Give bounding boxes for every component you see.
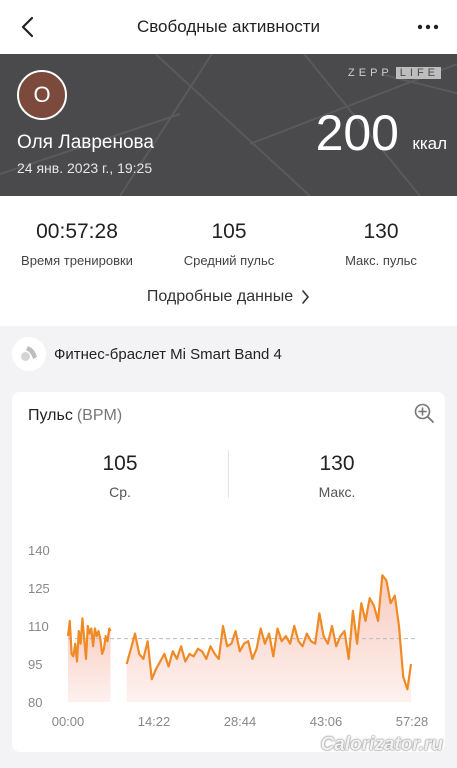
summary-banner: О Оля Лавренова 24 янв. 2023 г., 19:25 Z…: [0, 54, 457, 196]
stat-average-pulse: 105 Средний пульс: [154, 220, 304, 268]
x-tick-label: 28:44: [224, 714, 257, 729]
device-name: Фитнес-браслет Mi Smart Band 4: [54, 346, 282, 363]
calorizator-watermark: Calorizator.ru: [320, 734, 443, 755]
pulse-chart: 140 125 110 95 80 00:00 14:22 28:44 43:06 57:28: [28, 543, 429, 729]
y-tick-label: 140: [28, 543, 50, 558]
top-bar: Свободные активности: [0, 0, 457, 54]
logo-text-life: LIFE: [395, 67, 441, 79]
more-dots-icon: [417, 24, 439, 30]
stats-divider: [228, 450, 229, 498]
fitness-band-icon: [12, 337, 46, 371]
chevron-right-icon: [302, 290, 309, 304]
logo-text-zepp: ZEPP: [348, 67, 393, 79]
avatar[interactable]: О: [17, 70, 67, 120]
stat-value: 00:57:28: [36, 220, 118, 243]
stat-value: 130: [363, 220, 399, 243]
pulse-max: 130 Макс.: [247, 452, 427, 500]
x-tick-label: 00:00: [52, 714, 85, 729]
calories-value: 200: [315, 105, 399, 161]
x-tick-label: 14:22: [138, 714, 171, 729]
more-button[interactable]: [415, 14, 441, 40]
workout-date: 24 янв. 2023 г., 19:25: [17, 160, 153, 176]
stat-duration: 00:57:28 Время тренировки: [2, 220, 152, 268]
zoom-button[interactable]: [413, 402, 435, 424]
stat-label: Макс. пульс: [345, 253, 417, 268]
device-row[interactable]: Фитнес-браслет Mi Smart Band 4: [0, 332, 457, 376]
pulse-average: 105 Ср.: [30, 452, 210, 500]
pulse-max-label: Макс.: [318, 484, 356, 500]
stat-max-pulse: 130 Макс. пульс: [306, 220, 456, 268]
workout-stats: 00:57:28 Время тренировки 105 Средний пу…: [0, 196, 457, 326]
page-title: Свободные активности: [136, 17, 321, 36]
pulse-average-value: 105: [102, 452, 138, 475]
pulse-unit: (BPM): [76, 407, 123, 424]
pulse-average-label: Ср.: [109, 484, 131, 500]
pulse-title-label: Пульс: [28, 407, 73, 424]
pulse-max-value: 130: [319, 452, 355, 475]
stat-label: Время тренировки: [21, 253, 133, 268]
y-tick-label: 80: [28, 695, 42, 710]
pulse-card: Пульс (BPM) 105 Ср. 130 Макс. 140 125 110 95…: [12, 392, 445, 752]
stat-value: 105: [211, 220, 247, 243]
pulse-title: Пульс (BPM): [28, 407, 122, 425]
y-tick-label: 110: [28, 619, 49, 634]
x-tick-label: 57:28: [396, 714, 429, 729]
calories-unit: ккал: [412, 134, 447, 153]
details-link-label: Подробные данные: [146, 288, 294, 305]
y-tick-label: 95: [28, 657, 42, 672]
x-tick-label: 43:06: [310, 714, 343, 729]
y-tick-label: 125: [28, 581, 50, 596]
zoom-in-icon: [414, 403, 434, 423]
user-name: Оля Лавренова: [17, 132, 154, 153]
zepp-life-logo: ZEPP LIFE: [348, 67, 441, 79]
details-link[interactable]: Подробные данные: [0, 288, 457, 306]
stat-label: Средний пульс: [183, 253, 275, 268]
